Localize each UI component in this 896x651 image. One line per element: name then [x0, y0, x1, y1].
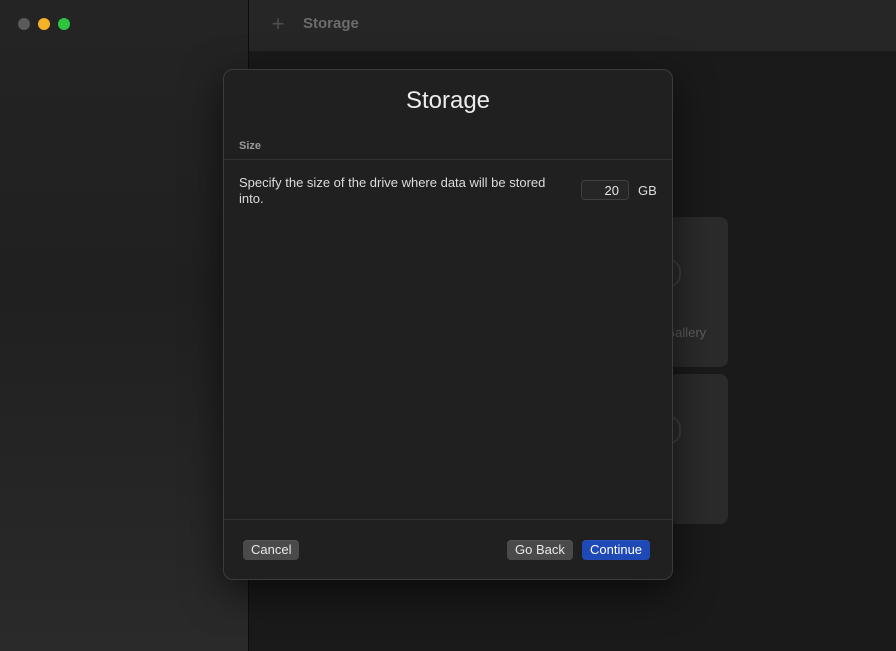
continue-button[interactable]: Continue	[582, 540, 651, 560]
background-card-second: t	[665, 374, 728, 524]
sidebar	[0, 0, 249, 651]
cancel-button[interactable]: Cancel	[243, 540, 300, 560]
divider	[224, 159, 672, 160]
section-label-size: Size	[239, 140, 262, 152]
zoom-window-button[interactable]	[58, 18, 70, 30]
dialog-title: Storage	[405, 87, 491, 114]
divider	[224, 519, 672, 520]
go-back-button[interactable]: Go Back	[507, 540, 573, 560]
app-window: + Storage Gallery t Storage Size Specify…	[0, 0, 896, 651]
storage-dialog: Storage Size Specify the size of the dri…	[223, 69, 673, 580]
plus-icon[interactable]: +	[267, 12, 289, 36]
size-unit-label: GB	[638, 183, 657, 198]
window-title: Storage	[303, 15, 359, 32]
close-window-button[interactable]	[18, 18, 30, 30]
size-description: Specify the size of the drive where data…	[239, 175, 546, 206]
background-card-gallery: Gallery	[665, 217, 728, 367]
minimize-window-button[interactable]	[38, 18, 50, 30]
toolbar: + Storage	[249, 0, 896, 52]
size-input[interactable]	[581, 180, 629, 200]
